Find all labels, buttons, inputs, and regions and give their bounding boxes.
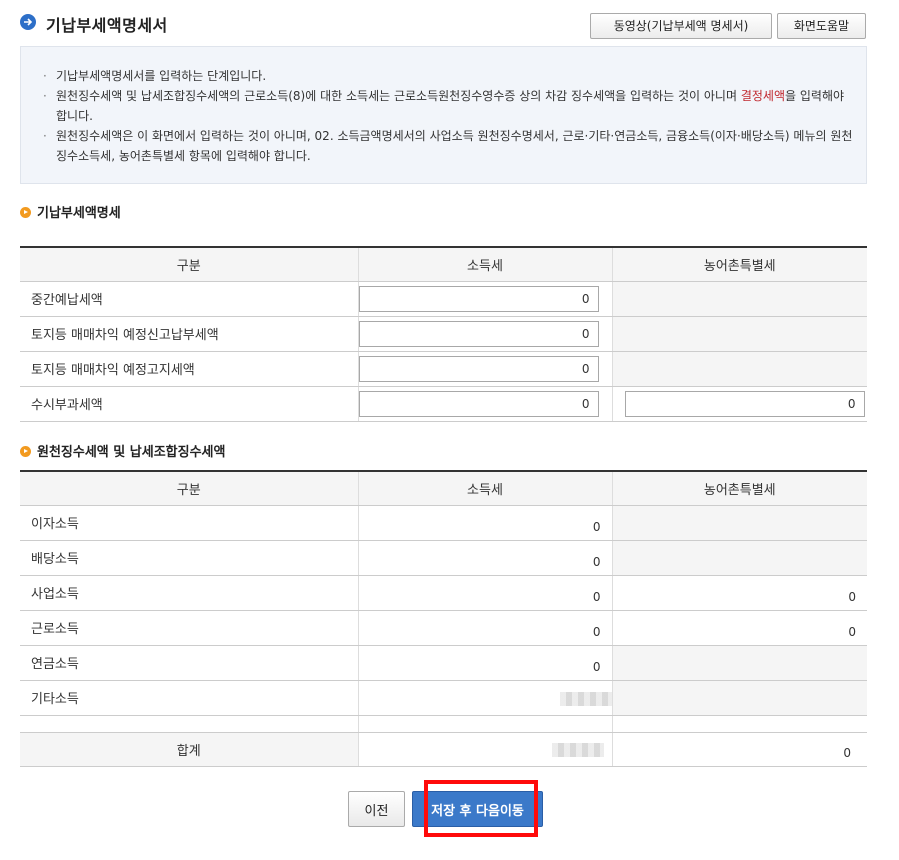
total-income-tax-value (357, 732, 612, 767)
row-label: 배당소득 (20, 540, 358, 576)
info-box: 기납부세액명세서를 입력하는 단계입니다. 원천징수세액 및 납세조합징수세액의… (20, 46, 867, 184)
col-header-category: 구분 (20, 471, 358, 506)
arrow-right-icon (20, 14, 36, 30)
bullet-icon (20, 446, 31, 457)
withholding-tax-table: 구분 소득세 농어촌특별세 이자소득 0 배당소득 0 사업소득 0 0 근로소… (20, 470, 867, 767)
screen-help-button[interactable]: 화면도움말 (777, 13, 866, 39)
save-and-next-button[interactable]: 저장 후 다음이동 (412, 791, 543, 827)
disabled-cell (611, 540, 867, 576)
total-row: 합계 0 (20, 732, 867, 767)
table-row: 배당소득 0 (20, 540, 867, 576)
redacted-value (559, 691, 612, 706)
table-row: 중간예납세액 0 (20, 281, 867, 317)
table-row: 토지등 매매차익 예정신고납부세액 0 (20, 316, 867, 352)
col-header-rural-tax: 농어촌특별세 (611, 247, 867, 282)
table-row: 토지등 매매차익 예정고지세액 0 (20, 351, 867, 387)
table-row: 기타소득 (20, 680, 867, 716)
row-label: 수시부과세액 (20, 386, 358, 422)
land-sale-declared-income-tax-input[interactable]: 0 (358, 320, 599, 347)
total-label: 합계 (20, 732, 358, 767)
prepaid-tax-table: 구분 소득세 농어촌특별세 중간예납세액 0 토지등 매매차익 예정신고납부세액… (20, 246, 867, 422)
info-line-3: 원천징수세액은 이 화면에서 입력하는 것이 아니며, 02. 소득금액명세서의… (43, 126, 853, 166)
col-header-income-tax: 소득세 (357, 247, 612, 282)
disabled-cell (611, 505, 867, 541)
other-income-tax-value (357, 680, 612, 716)
table-row: 근로소득 0 0 (20, 610, 867, 646)
bullet-icon (20, 207, 31, 218)
redacted-value (551, 742, 604, 757)
row-label: 중간예납세액 (20, 281, 358, 317)
row-label: 토지등 매매차익 예정신고납부세액 (20, 316, 358, 352)
land-sale-notified-income-tax-input[interactable]: 0 (358, 355, 599, 382)
disabled-cell (611, 645, 867, 681)
row-label: 기타소득 (20, 680, 358, 716)
previous-button[interactable]: 이전 (348, 791, 405, 827)
info-line-2: 원천징수세액 및 납세조합징수세액의 근로소득(8)에 대한 소득세는 근로소득… (43, 86, 853, 126)
business-income-tax-value: 0 (357, 575, 612, 611)
page-header: 기납부세액명세서 동영상(기납부세액 명세서) 화면도움말 (20, 12, 866, 42)
page-title: 기납부세액명세서 (46, 16, 168, 35)
interest-income-tax-value: 0 (357, 505, 612, 541)
section-prepaid-tax-title: 기납부세액명세 (20, 205, 121, 223)
decided-tax-highlight: 결정세액 (740, 89, 786, 103)
total-rural-tax-value: 0 (611, 732, 867, 767)
row-label: 사업소득 (20, 575, 358, 611)
col-header-category: 구분 (20, 247, 358, 282)
row-label: 토지등 매매차익 예정고지세액 (20, 351, 358, 387)
disabled-cell (611, 351, 867, 387)
video-guide-button[interactable]: 동영상(기납부세액 명세서) (590, 13, 772, 39)
disabled-cell (611, 680, 867, 716)
table-row: 이자소득 0 (20, 505, 867, 541)
dividend-income-tax-value: 0 (357, 540, 612, 576)
row-label: 근로소득 (20, 610, 358, 646)
occasional-assessment-income-tax-input[interactable]: 0 (358, 390, 599, 417)
table-row: 사업소득 0 0 (20, 575, 867, 611)
section-withholding-tax-title: 원천징수세액 및 납세조합징수세액 (20, 444, 225, 462)
earned-income-tax-value: 0 (357, 610, 612, 646)
row-label: 이자소득 (20, 505, 358, 541)
interim-prepayment-income-tax-input[interactable]: 0 (358, 285, 599, 312)
col-header-rural-tax: 농어촌특별세 (611, 471, 867, 506)
row-label: 연금소득 (20, 645, 358, 681)
spacer-row (20, 715, 867, 733)
pension-income-tax-value: 0 (357, 645, 612, 681)
table-row: 수시부과세액 0 0 (20, 386, 867, 422)
disabled-cell (611, 281, 867, 317)
earned-rural-tax-value: 0 (611, 610, 867, 646)
occasional-assessment-rural-tax-input[interactable]: 0 (624, 390, 865, 417)
disabled-cell (611, 316, 867, 352)
table-row: 연금소득 0 (20, 645, 867, 681)
info-line-1: 기납부세액명세서를 입력하는 단계입니다. (43, 66, 853, 86)
business-rural-tax-value: 0 (611, 575, 867, 611)
col-header-income-tax: 소득세 (357, 471, 612, 506)
